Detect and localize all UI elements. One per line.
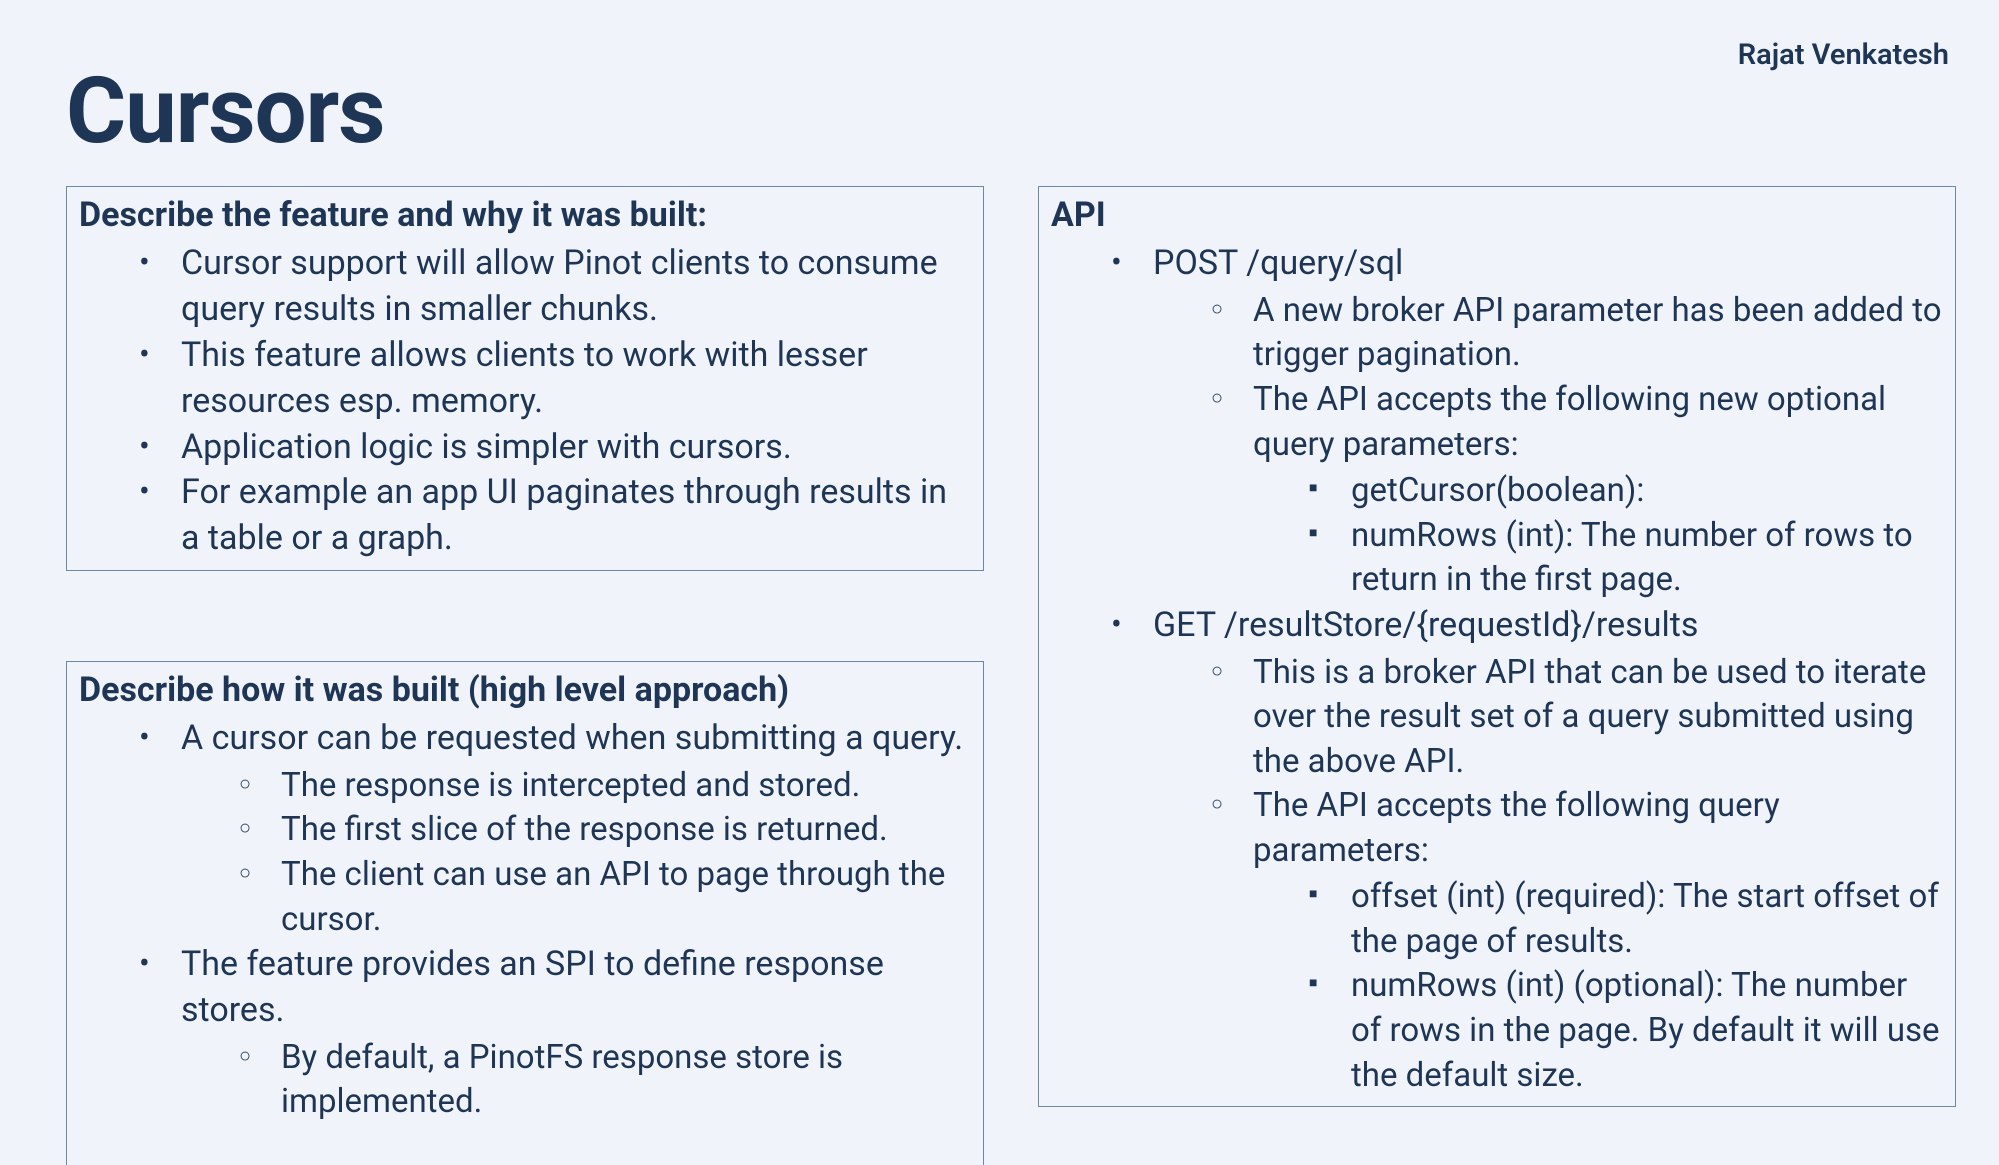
list-item: The first slice of the response is retur…	[239, 808, 971, 853]
sub-list: The response is intercepted and stored. …	[181, 764, 971, 942]
list-item: getCursor(boolean):	[1309, 469, 1943, 514]
list-item-text: The API accepts the following new option…	[1253, 380, 1886, 464]
list-item: For example an app UI paginates through …	[139, 470, 971, 562]
list-item: This is a broker API that can be used to…	[1211, 651, 1943, 785]
list-item: This feature allows clients to work with…	[139, 333, 971, 425]
list-item: numRows (int): The number of rows to ret…	[1309, 514, 1943, 603]
list-item: The API accepts the following new option…	[1211, 378, 1943, 603]
list-item: The response is intercepted and stored.	[239, 764, 971, 809]
list-item: Cursor support will allow Pinot clients …	[139, 241, 971, 333]
api-list: POST /query/sql A new broker API paramet…	[1051, 241, 1943, 1098]
list-item: GET /resultStore/{requestId}/results Thi…	[1111, 603, 1943, 1098]
list-item: The client can use an API to page throug…	[239, 853, 971, 942]
feature-description-box: Describe the feature and why it was buil…	[66, 186, 984, 571]
list-item-text: The feature provides an SPI to define re…	[181, 944, 884, 1030]
box-heading: API	[1051, 195, 1943, 235]
list-item: A cursor can be requested when submittin…	[139, 716, 971, 942]
list-item-text: POST /query/sql	[1153, 243, 1403, 283]
sub-sub-list: getCursor(boolean): numRows (int): The n…	[1253, 469, 1943, 603]
sub-list: By default, a PinotFS response store is …	[181, 1036, 971, 1125]
list-item: POST /query/sql A new broker API paramet…	[1111, 241, 1943, 603]
sub-list: A new broker API parameter has been adde…	[1153, 289, 1943, 603]
list-item: The feature provides an SPI to define re…	[139, 942, 971, 1125]
api-box: API POST /query/sql A new broker API par…	[1038, 186, 1956, 1107]
list-item: The API accepts the following query para…	[1211, 784, 1943, 1098]
list-item: By default, a PinotFS response store is …	[239, 1036, 971, 1125]
list-item: A new broker API parameter has been adde…	[1211, 289, 1943, 378]
list-item-text: A cursor can be requested when submittin…	[181, 718, 963, 758]
sub-list: This is a broker API that can be used to…	[1153, 651, 1943, 1098]
approach-description-box: Describe how it was built (high level ap…	[66, 661, 984, 1165]
box-heading: Describe the feature and why it was buil…	[79, 195, 971, 235]
box-heading: Describe how it was built (high level ap…	[79, 670, 971, 710]
list-item: numRows (int) (optional): The number of …	[1309, 964, 1943, 1098]
list-item: offset (int) (required): The start offse…	[1309, 875, 1943, 964]
list-item-text: The API accepts the following query para…	[1253, 786, 1780, 870]
approach-list: A cursor can be requested when submittin…	[79, 716, 971, 1125]
list-item-text: GET /resultStore/{requestId}/results	[1153, 605, 1698, 645]
author-label: Rajat Venkatesh	[1738, 38, 1949, 72]
sub-sub-list: offset (int) (required): The start offse…	[1253, 875, 1943, 1098]
list-item: Application logic is simpler with cursor…	[139, 425, 971, 471]
feature-list: Cursor support will allow Pinot clients …	[79, 241, 971, 562]
page-title: Cursors	[66, 58, 385, 165]
